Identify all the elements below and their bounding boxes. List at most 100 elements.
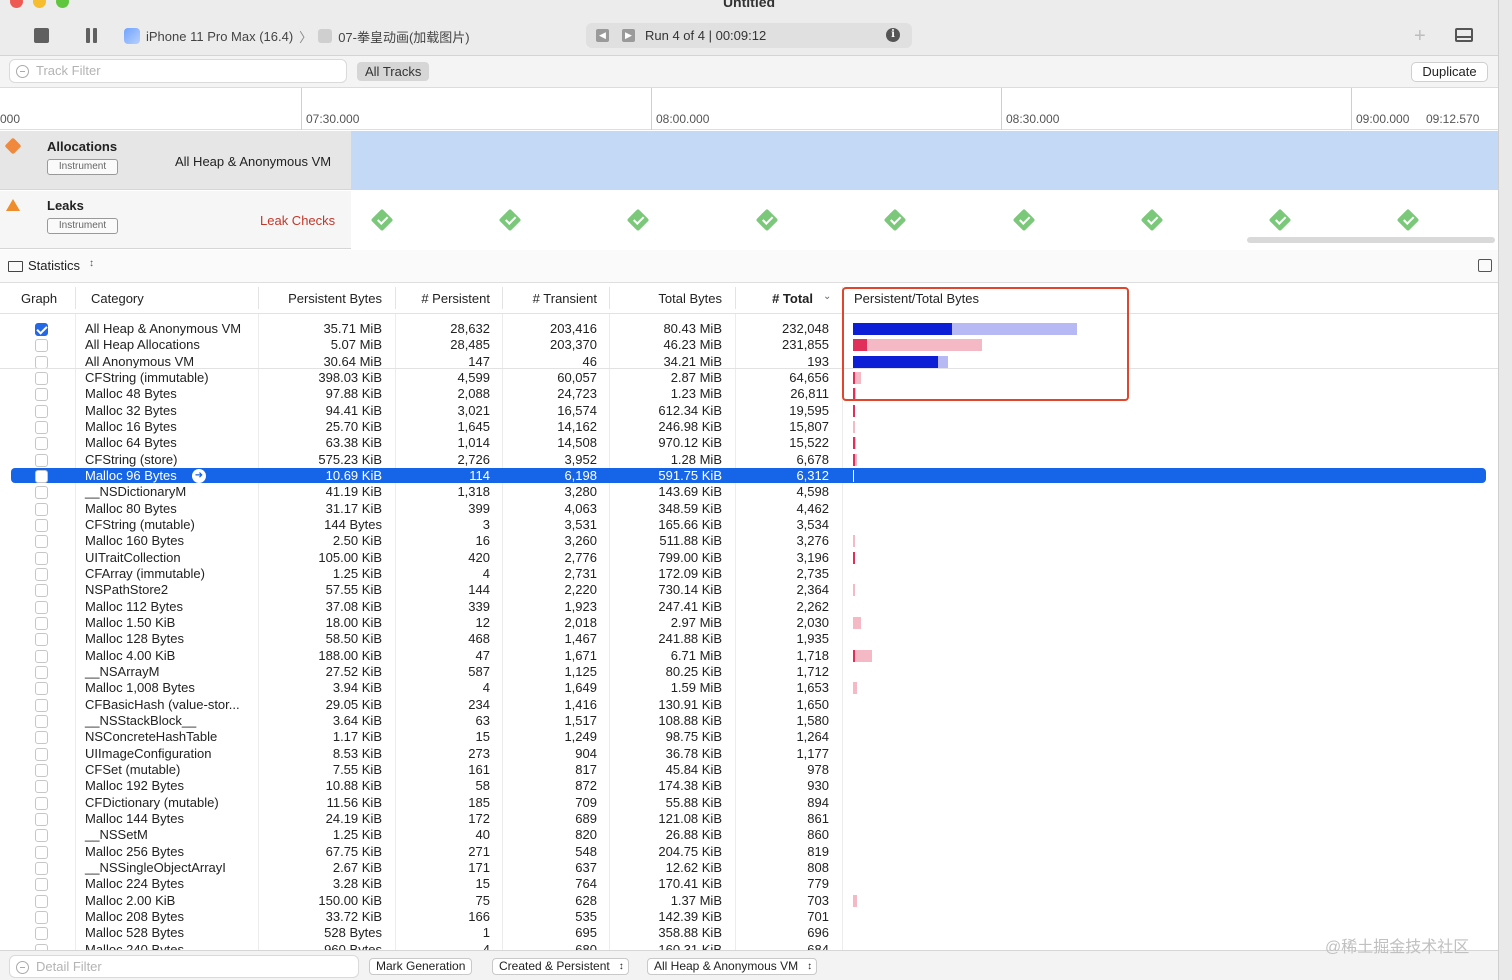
leak-check-icon[interactable]: [626, 208, 650, 232]
col-category[interactable]: Category: [91, 291, 144, 306]
table-row[interactable]: Malloc 1.50 KiB 18.00 KiB 12 2,018 2.97 MiB 2…: [0, 615, 1498, 631]
graph-checkbox[interactable]: [35, 404, 48, 418]
next-run-icon[interactable]: ▶: [622, 29, 635, 42]
table-row[interactable]: Malloc 208 Bytes 33.72 KiB 166 535 142.39 Ki…: [0, 909, 1498, 925]
graph-checkbox[interactable]: [35, 518, 48, 532]
graph-checkbox[interactable]: [35, 861, 48, 875]
statistics-selector[interactable]: Statistics: [28, 258, 80, 273]
table-row[interactable]: Malloc 1,008 Bytes 3.94 KiB 4 1,649 1.59 MiB…: [0, 680, 1498, 696]
graph-checkbox[interactable]: [35, 616, 48, 630]
allocations-graph[interactable]: [351, 131, 1498, 190]
sort-chevron-icon[interactable]: ⌄: [823, 291, 831, 302]
graph-checkbox[interactable]: [35, 420, 48, 434]
graph-checkbox[interactable]: [35, 682, 48, 696]
graph-checkbox[interactable]: [35, 600, 48, 614]
table-row[interactable]: CFString (immutable) 398.03 KiB 4,599 60,05…: [0, 370, 1498, 386]
sidebar-toggle-icon[interactable]: [1478, 259, 1492, 272]
table-row[interactable]: UIImageConfiguration 8.53 KiB 273 904 36.78 …: [0, 746, 1498, 762]
table-row[interactable]: CFString (mutable) 144 Bytes 3 3,531 165.66 …: [0, 517, 1498, 533]
table-row[interactable]: CFBasicHash (value-stor... 29.05 KiB 234 1,…: [0, 697, 1498, 713]
col-total-count[interactable]: # Total: [735, 291, 813, 306]
table-row[interactable]: Malloc 80 Bytes 31.17 KiB 399 4,063 348.59 K…: [0, 501, 1498, 517]
graph-checkbox[interactable]: [35, 453, 48, 467]
graph-checkbox[interactable]: [35, 633, 48, 647]
table-row[interactable]: Malloc 48 Bytes 97.88 KiB 2,088 24,723 1.23 …: [0, 386, 1498, 402]
graph-checkbox[interactable]: [35, 910, 48, 924]
leak-check-icon[interactable]: [1140, 208, 1164, 232]
table-row[interactable]: CFDictionary (mutable) 11.56 KiB 185 709 55.…: [0, 795, 1498, 811]
table-row[interactable]: NSConcreteHashTable 1.17 KiB 15 1,249 98.75 …: [0, 729, 1498, 745]
col-graph[interactable]: Graph: [21, 291, 57, 306]
table-row[interactable]: __NSSetM 1.25 KiB 40 820 26.88 KiB 860: [0, 827, 1498, 843]
table-row[interactable]: Malloc 112 Bytes 37.08 KiB 339 1,923 247.41 …: [0, 599, 1498, 615]
table-row[interactable]: Malloc 224 Bytes 3.28 KiB 15 764 170.41 KiB 7…: [0, 876, 1498, 892]
instrument-badge[interactable]: Instrument: [47, 218, 118, 234]
graph-checkbox[interactable]: [35, 796, 48, 810]
previous-run-icon[interactable]: ◀: [596, 29, 609, 42]
table-row[interactable]: All Heap Allocations 5.07 MiB 28,485 203,37…: [0, 337, 1498, 353]
graph-checkbox[interactable]: [35, 388, 48, 402]
graph-checkbox[interactable]: [35, 339, 48, 353]
timeline-ruler[interactable]: 000 07:30.000 08:00.000 08:30.000 09:00.…: [0, 88, 1498, 130]
graph-checkbox[interactable]: [35, 845, 48, 859]
table-row[interactable]: CFSet (mutable) 7.55 KiB 161 817 45.84 KiB 97…: [0, 762, 1498, 778]
graph-checkbox[interactable]: [35, 714, 48, 728]
col-persistent-count[interactable]: # Persistent: [395, 291, 490, 306]
col-transient-count[interactable]: # Transient: [502, 291, 597, 306]
graph-checkbox[interactable]: [35, 567, 48, 581]
table-row[interactable]: Malloc 256 Bytes 67.75 KiB 271 548 204.75 Ki…: [0, 844, 1498, 860]
table-row[interactable]: Malloc 2.00 KiB 150.00 KiB 75 628 1.37 MiB 70…: [0, 893, 1498, 909]
track-filter-input[interactable]: Track Filter: [9, 59, 347, 83]
table-row[interactable]: __NSStackBlock__ 3.64 KiB 63 1,517 108.88 Ki…: [0, 713, 1498, 729]
graph-checkbox[interactable]: [35, 731, 48, 745]
graph-checkbox[interactable]: [35, 698, 48, 712]
add-instrument-icon[interactable]: +: [1414, 25, 1426, 48]
leak-check-icon[interactable]: [1268, 208, 1292, 232]
graph-checkbox[interactable]: [35, 371, 48, 385]
duplicate-button[interactable]: Duplicate: [1411, 62, 1488, 82]
track-allocations[interactable]: Allocations Instrument All Heap & Anonym…: [0, 131, 1498, 190]
graph-checkbox[interactable]: [35, 502, 48, 516]
table-row[interactable]: Malloc 64 Bytes 63.38 KiB 1,014 14,508 970.1…: [0, 435, 1498, 451]
graph-checkbox[interactable]: [35, 437, 48, 451]
graph-checkbox[interactable]: [35, 469, 48, 483]
allocation-type-selector[interactable]: All Heap & Anonymous VM ↕: [647, 958, 818, 975]
table-row[interactable]: Malloc 32 Bytes 94.41 KiB 3,021 16,574 612.3…: [0, 403, 1498, 419]
lifespan-selector[interactable]: Created & Persistent ↕: [492, 958, 629, 975]
graph-checkbox[interactable]: [35, 878, 48, 892]
table-row[interactable]: Malloc 128 Bytes 58.50 KiB 468 1,467 241.88 …: [0, 631, 1498, 647]
col-total-bytes[interactable]: Total Bytes: [609, 291, 722, 306]
pause-button[interactable]: [86, 28, 98, 43]
leaks-graph[interactable]: [351, 191, 1498, 249]
graph-checkbox[interactable]: [35, 812, 48, 826]
table-row[interactable]: UITraitCollection 105.00 KiB 420 2,776 799.0…: [0, 550, 1498, 566]
graph-checkbox[interactable]: [35, 486, 48, 500]
leak-check-icon[interactable]: [370, 208, 394, 232]
graph-checkbox[interactable]: [35, 323, 48, 336]
horizontal-scrollbar[interactable]: [1247, 237, 1495, 243]
instrument-badge[interactable]: Instrument: [47, 159, 118, 175]
table-row[interactable]: CFArray (immutable) 1.25 KiB 4 2,731 172.09 …: [0, 566, 1498, 582]
table-row[interactable]: Malloc 528 Bytes 528 Bytes 1 695 358.88 KiB 6…: [0, 925, 1498, 941]
graph-checkbox[interactable]: [35, 649, 48, 663]
leak-check-icon[interactable]: [1396, 208, 1420, 232]
graph-checkbox[interactable]: [35, 780, 48, 794]
table-row[interactable]: __NSDictionaryM 41.19 KiB 1,318 3,280 143.69…: [0, 484, 1498, 500]
info-icon[interactable]: i: [886, 28, 900, 42]
graph-checkbox[interactable]: [35, 665, 48, 679]
table-row[interactable]: Malloc 240 Bytes 960 Bytes 4 680 160.31 KiB 6…: [0, 942, 1498, 950]
detail-filter-input[interactable]: Detail Filter: [9, 955, 359, 978]
mark-generation-button[interactable]: Mark Generation: [369, 958, 473, 975]
leak-check-icon[interactable]: [755, 208, 779, 232]
graph-checkbox[interactable]: [35, 551, 48, 565]
stop-recording-button[interactable]: [34, 28, 49, 43]
leak-check-icon[interactable]: [498, 208, 522, 232]
leak-check-icon[interactable]: [883, 208, 907, 232]
graph-checkbox[interactable]: [35, 535, 48, 549]
table-row[interactable]: CFString (store) 575.23 KiB 2,726 3,952 1.28…: [0, 452, 1498, 468]
graph-checkbox[interactable]: [35, 584, 48, 598]
chevron-updown-icon[interactable]: ↕: [89, 258, 94, 269]
table-row[interactable]: Malloc 16 Bytes 25.70 KiB 1,645 14,162 246.9…: [0, 419, 1498, 435]
table-row[interactable]: Malloc 96 Bytes ➜ 10.69 KiB 114 6,198 591.75 …: [0, 467, 1498, 484]
track-leaks[interactable]: Leaks Instrument Leak Checks: [0, 191, 1498, 249]
